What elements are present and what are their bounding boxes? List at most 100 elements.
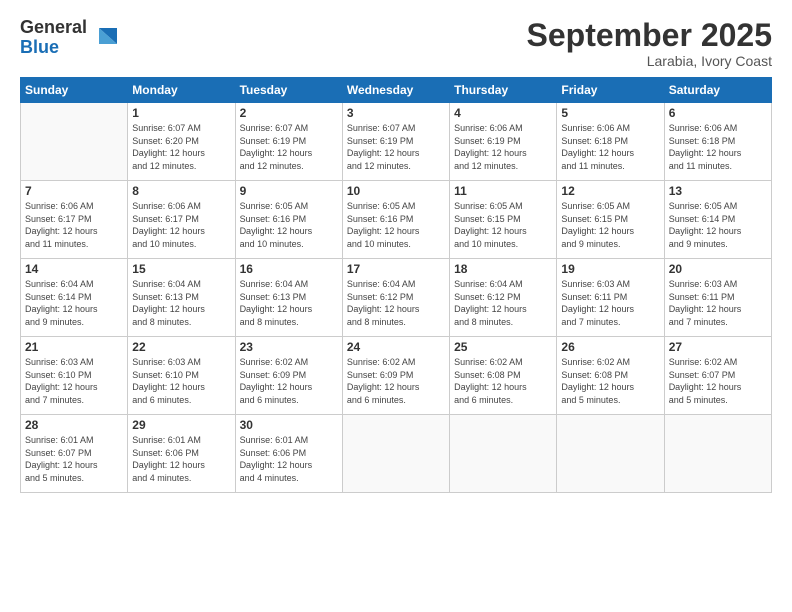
calendar-cell: 1 Sunrise: 6:07 AM Sunset: 6:20 PM Daylig… bbox=[128, 103, 235, 181]
day-info: Sunrise: 6:02 AM Sunset: 6:07 PM Dayligh… bbox=[669, 356, 767, 406]
day-info: Sunrise: 6:01 AM Sunset: 6:06 PM Dayligh… bbox=[240, 434, 338, 484]
header-wednesday: Wednesday bbox=[342, 78, 449, 103]
logo: General Blue bbox=[20, 18, 117, 58]
day-info: Sunrise: 6:05 AM Sunset: 6:16 PM Dayligh… bbox=[347, 200, 445, 250]
day-number: 15 bbox=[132, 262, 230, 276]
calendar-cell bbox=[21, 103, 128, 181]
day-number: 27 bbox=[669, 340, 767, 354]
day-info: Sunrise: 6:04 AM Sunset: 6:14 PM Dayligh… bbox=[25, 278, 123, 328]
day-number: 17 bbox=[347, 262, 445, 276]
week-row-5: 28Sunrise: 6:01 AM Sunset: 6:07 PM Dayli… bbox=[21, 415, 772, 493]
header: General Blue September 2025 Larabia, Ivo… bbox=[20, 18, 772, 69]
calendar-table: Sunday Monday Tuesday Wednesday Thursday… bbox=[20, 77, 772, 493]
calendar-cell: 25 Sunrise: 6:02 AM Sunset: 6:08 PM Dayli… bbox=[450, 337, 557, 415]
day-number: 5 bbox=[561, 106, 659, 120]
location: Larabia, Ivory Coast bbox=[527, 53, 772, 69]
calendar-cell bbox=[664, 415, 771, 493]
header-saturday: Saturday bbox=[664, 78, 771, 103]
day-info: Sunrise: 6:03 AM Sunset: 6:11 PM Dayligh… bbox=[561, 278, 659, 328]
header-tuesday: Tuesday bbox=[235, 78, 342, 103]
calendar-cell: 17 Sunrise: 6:04 AM Sunset: 6:12 PM Dayli… bbox=[342, 259, 449, 337]
calendar-cell bbox=[342, 415, 449, 493]
day-number: 3 bbox=[347, 106, 445, 120]
day-info: Sunrise: 6:01 AM Sunset: 6:06 PM Dayligh… bbox=[132, 434, 230, 484]
day-number: 7 bbox=[25, 184, 123, 198]
calendar-cell: 8 Sunrise: 6:06 AM Sunset: 6:17 PM Daylig… bbox=[128, 181, 235, 259]
calendar-cell: 22 Sunrise: 6:03 AM Sunset: 6:10 PM Dayli… bbox=[128, 337, 235, 415]
day-number: 30 bbox=[240, 418, 338, 432]
day-number: 19 bbox=[561, 262, 659, 276]
calendar-cell: 20 Sunrise: 6:03 AM Sunset: 6:11 PM Dayli… bbox=[664, 259, 771, 337]
logo-text: General Blue bbox=[20, 18, 87, 58]
calendar-cell: 29 Sunrise: 6:01 AM Sunset: 6:06 PM Dayli… bbox=[128, 415, 235, 493]
day-number: 24 bbox=[347, 340, 445, 354]
day-info: Sunrise: 6:07 AM Sunset: 6:19 PM Dayligh… bbox=[240, 122, 338, 172]
day-info: Sunrise: 6:06 AM Sunset: 6:18 PM Dayligh… bbox=[561, 122, 659, 172]
header-thursday: Thursday bbox=[450, 78, 557, 103]
day-number: 10 bbox=[347, 184, 445, 198]
day-info: Sunrise: 6:04 AM Sunset: 6:12 PM Dayligh… bbox=[347, 278, 445, 328]
day-info: Sunrise: 6:07 AM Sunset: 6:20 PM Dayligh… bbox=[132, 122, 230, 172]
day-info: Sunrise: 6:04 AM Sunset: 6:12 PM Dayligh… bbox=[454, 278, 552, 328]
calendar-cell: 15 Sunrise: 6:04 AM Sunset: 6:13 PM Dayli… bbox=[128, 259, 235, 337]
day-number: 9 bbox=[240, 184, 338, 198]
day-info: Sunrise: 6:06 AM Sunset: 6:19 PM Dayligh… bbox=[454, 122, 552, 172]
calendar-cell bbox=[557, 415, 664, 493]
day-info: Sunrise: 6:02 AM Sunset: 6:09 PM Dayligh… bbox=[347, 356, 445, 406]
calendar-cell: 6Sunrise: 6:06 AM Sunset: 6:18 PM Daylig… bbox=[664, 103, 771, 181]
logo-general: General bbox=[20, 17, 87, 37]
week-row-3: 14Sunrise: 6:04 AM Sunset: 6:14 PM Dayli… bbox=[21, 259, 772, 337]
day-number: 18 bbox=[454, 262, 552, 276]
day-info: Sunrise: 6:05 AM Sunset: 6:14 PM Dayligh… bbox=[669, 200, 767, 250]
day-info: Sunrise: 6:02 AM Sunset: 6:09 PM Dayligh… bbox=[240, 356, 338, 406]
calendar-cell: 14Sunrise: 6:04 AM Sunset: 6:14 PM Dayli… bbox=[21, 259, 128, 337]
day-info: Sunrise: 6:05 AM Sunset: 6:15 PM Dayligh… bbox=[454, 200, 552, 250]
day-info: Sunrise: 6:02 AM Sunset: 6:08 PM Dayligh… bbox=[561, 356, 659, 406]
day-number: 25 bbox=[454, 340, 552, 354]
day-number: 8 bbox=[132, 184, 230, 198]
day-info: Sunrise: 6:01 AM Sunset: 6:07 PM Dayligh… bbox=[25, 434, 123, 484]
logo-icon bbox=[89, 24, 117, 52]
day-info: Sunrise: 6:03 AM Sunset: 6:11 PM Dayligh… bbox=[669, 278, 767, 328]
week-row-1: 1 Sunrise: 6:07 AM Sunset: 6:20 PM Daylig… bbox=[21, 103, 772, 181]
day-number: 4 bbox=[454, 106, 552, 120]
day-info: Sunrise: 6:03 AM Sunset: 6:10 PM Dayligh… bbox=[25, 356, 123, 406]
calendar-cell: 24 Sunrise: 6:02 AM Sunset: 6:09 PM Dayli… bbox=[342, 337, 449, 415]
calendar-cell: 5 Sunrise: 6:06 AM Sunset: 6:18 PM Daylig… bbox=[557, 103, 664, 181]
calendar-cell: 12 Sunrise: 6:05 AM Sunset: 6:15 PM Dayli… bbox=[557, 181, 664, 259]
day-info: Sunrise: 6:06 AM Sunset: 6:17 PM Dayligh… bbox=[132, 200, 230, 250]
day-number: 29 bbox=[132, 418, 230, 432]
day-number: 20 bbox=[669, 262, 767, 276]
calendar-cell bbox=[450, 415, 557, 493]
day-info: Sunrise: 6:02 AM Sunset: 6:08 PM Dayligh… bbox=[454, 356, 552, 406]
day-number: 6 bbox=[669, 106, 767, 120]
calendar-cell: 4 Sunrise: 6:06 AM Sunset: 6:19 PM Daylig… bbox=[450, 103, 557, 181]
day-info: Sunrise: 6:03 AM Sunset: 6:10 PM Dayligh… bbox=[132, 356, 230, 406]
day-number: 26 bbox=[561, 340, 659, 354]
weekday-header-row: Sunday Monday Tuesday Wednesday Thursday… bbox=[21, 78, 772, 103]
day-number: 23 bbox=[240, 340, 338, 354]
calendar-cell: 13 Sunrise: 6:05 AM Sunset: 6:14 PM Dayli… bbox=[664, 181, 771, 259]
calendar-cell: 28Sunrise: 6:01 AM Sunset: 6:07 PM Dayli… bbox=[21, 415, 128, 493]
calendar-cell: 18 Sunrise: 6:04 AM Sunset: 6:12 PM Dayli… bbox=[450, 259, 557, 337]
calendar-cell: 30 Sunrise: 6:01 AM Sunset: 6:06 PM Dayli… bbox=[235, 415, 342, 493]
day-info: Sunrise: 6:05 AM Sunset: 6:15 PM Dayligh… bbox=[561, 200, 659, 250]
day-number: 22 bbox=[132, 340, 230, 354]
header-friday: Friday bbox=[557, 78, 664, 103]
day-info: Sunrise: 6:05 AM Sunset: 6:16 PM Dayligh… bbox=[240, 200, 338, 250]
day-info: Sunrise: 6:06 AM Sunset: 6:17 PM Dayligh… bbox=[25, 200, 123, 250]
day-info: Sunrise: 6:04 AM Sunset: 6:13 PM Dayligh… bbox=[132, 278, 230, 328]
calendar-cell: 7 Sunrise: 6:06 AM Sunset: 6:17 PM Daylig… bbox=[21, 181, 128, 259]
day-info: Sunrise: 6:07 AM Sunset: 6:19 PM Dayligh… bbox=[347, 122, 445, 172]
calendar-cell: 26 Sunrise: 6:02 AM Sunset: 6:08 PM Dayli… bbox=[557, 337, 664, 415]
header-monday: Monday bbox=[128, 78, 235, 103]
day-info: Sunrise: 6:04 AM Sunset: 6:13 PM Dayligh… bbox=[240, 278, 338, 328]
month-title: September 2025 bbox=[527, 18, 772, 53]
calendar-cell: 11Sunrise: 6:05 AM Sunset: 6:15 PM Dayli… bbox=[450, 181, 557, 259]
calendar-cell: 23 Sunrise: 6:02 AM Sunset: 6:09 PM Dayli… bbox=[235, 337, 342, 415]
day-number: 13 bbox=[669, 184, 767, 198]
day-number: 2 bbox=[240, 106, 338, 120]
day-number: 21 bbox=[25, 340, 123, 354]
day-number: 1 bbox=[132, 106, 230, 120]
day-number: 12 bbox=[561, 184, 659, 198]
